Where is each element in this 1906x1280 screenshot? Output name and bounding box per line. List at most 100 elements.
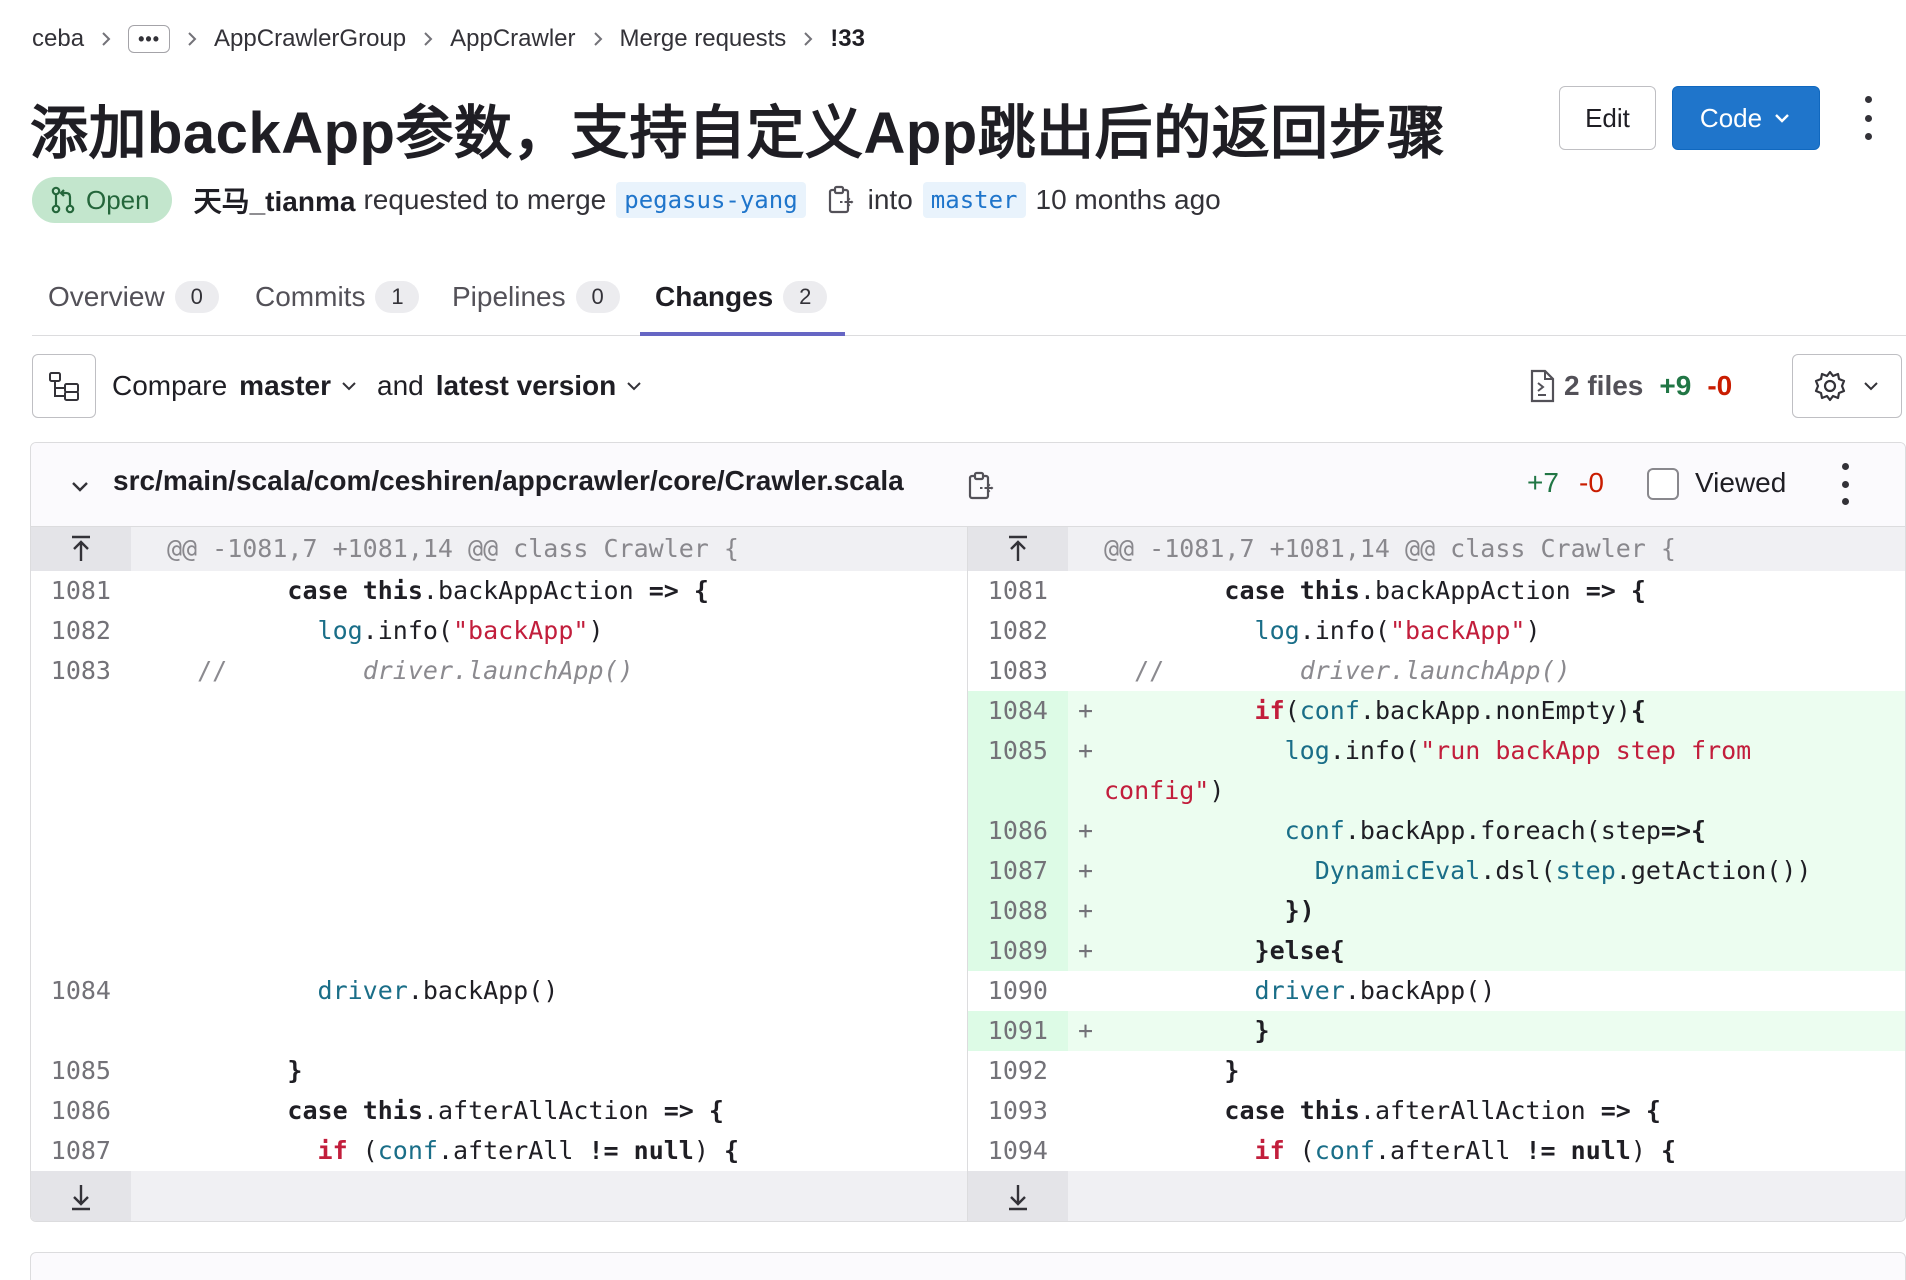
line-number[interactable]: 1081 [31,571,131,611]
line-number[interactable]: 1083 [968,651,1068,691]
chevron-down-icon[interactable] [67,473,93,499]
code-line: }) [1284,896,1315,925]
tab-pipelines[interactable]: Pipelines 0 [452,258,620,336]
hunk-header: @@ -1081,7 +1081,14 @@ class Crawler { [968,527,1905,571]
expand-down-icon[interactable] [31,1171,131,1221]
diff-old-side: @@ -1081,7 +1081,14 @@ class Crawler { 1… [31,527,967,1221]
diff-file-card: src/main/scala/com/ceshiren/appcrawler/c… [30,442,1906,1222]
added-marker: + [1078,736,1094,765]
chevron-right-icon [186,31,198,47]
and-label: and [377,370,424,401]
head-version-label: latest version [435,370,617,401]
hunk-header: @@ -1081,7 +1081,14 @@ class Crawler { [31,527,967,571]
line-number[interactable]: 1089 [968,931,1068,971]
base-version-dropdown[interactable]: master [239,370,359,402]
viewed-checkbox[interactable] [1647,468,1679,500]
diff-line-added: 1091 + } [968,1011,1905,1051]
compare-label: Compare [112,370,228,401]
diff-line: 1084 driver.backApp() [31,971,967,1011]
diff-line: 1090 driver.backApp() [968,971,1905,1011]
line-number[interactable]: 1085 [968,731,1068,811]
breadcrumb-item-group[interactable]: AppCrawlerGroup [214,25,406,53]
diff-line-added: 1087 + DynamicEval.dsl(step.getAction()) [968,851,1905,891]
clipboard-icon[interactable] [966,469,994,503]
head-version-dropdown[interactable]: latest version [436,370,645,402]
line-number[interactable]: 1090 [968,971,1068,1011]
viewed-label[interactable]: Viewed [1695,467,1786,499]
line-number[interactable]: 1087 [31,1131,131,1171]
diff-line: 1081 case this.backAppAction => { [968,571,1905,611]
line-number[interactable]: 1092 [968,1051,1068,1091]
edit-button[interactable]: Edit [1559,86,1656,150]
line-number[interactable]: 1081 [968,571,1068,611]
tab-changes[interactable]: Changes 2 [655,258,828,336]
diff-file-icon [1530,369,1555,403]
breadcrumb-more-button[interactable]: ••• [128,25,171,53]
line-number[interactable]: 1086 [968,811,1068,851]
breadcrumb-item-mr[interactable]: !33 [830,25,865,53]
author-link[interactable]: 天马_tianma [194,180,356,220]
file-deletions: -0 [1579,467,1604,498]
code-line: } [1224,1056,1240,1085]
diff-settings-button[interactable] [1792,354,1902,418]
expand-up-icon[interactable] [968,527,1068,571]
added-marker: + [1078,696,1094,725]
diff-line: 1092 } [968,1051,1905,1091]
time-ago: 10 months ago [1035,184,1221,215]
expand-row [31,1171,967,1221]
line-number[interactable]: 1082 [31,611,131,651]
tab-overview[interactable]: Overview 0 [48,258,219,336]
code-line: if(conf.backApp.nonEmpty){ [1254,696,1646,725]
code-line: DynamicEval.dsl(step.getAction()) [1314,856,1812,885]
code-line: } [287,1056,303,1085]
diff-line: 1083 // driver.launchApp() [968,651,1905,691]
status-label: Open [86,184,150,215]
added-marker: + [1078,816,1094,845]
expand-down-icon[interactable] [968,1171,1068,1221]
code-button-label: Code [1699,102,1763,133]
source-branch-link[interactable]: pegasus-yang [616,182,806,218]
code-line: driver.backApp() [317,976,559,1005]
clipboard-icon[interactable] [826,184,854,216]
line-number[interactable]: 1091 [968,1011,1068,1051]
code-button[interactable]: Code [1672,86,1820,150]
chevron-down-icon [627,382,641,391]
chevron-right-icon [422,31,434,47]
diff-new-side: @@ -1081,7 +1081,14 @@ class Crawler { 1… [967,527,1905,1221]
file-options-icon[interactable] [1837,463,1853,505]
file-path[interactable]: src/main/scala/com/ceshiren/appcrawler/c… [113,465,904,497]
diff-line-added: 1088 + }) [968,891,1905,931]
line-number[interactable]: 1082 [968,611,1068,651]
line-number[interactable]: 1088 [968,891,1068,931]
code-line: }else{ [1254,936,1345,965]
line-number[interactable]: 1084 [968,691,1068,731]
line-number[interactable]: 1086 [31,1091,131,1131]
expand-up-icon[interactable] [31,527,131,571]
diff-line: 1087 if (conf.afterAll != null) { [31,1131,967,1171]
breadcrumb-item-project[interactable]: AppCrawler [450,25,575,53]
diff-line: 1083 // driver.launchApp() [31,651,967,691]
diff-line-added: 1085 + log.info("run backApp step from c… [968,731,1905,811]
line-number[interactable]: 1083 [31,651,131,691]
code-line: // driver.launchApp() [197,656,634,685]
code-line: case this.backAppAction => { [1224,576,1646,605]
tab-label: Changes [655,281,774,312]
breadcrumb-item-merge-requests[interactable]: Merge requests [620,25,787,53]
code-line: log.info("run backApp step from [1284,736,1752,765]
file-tree-toggle-button[interactable] [32,354,96,418]
into-text: into [867,184,913,215]
breadcrumb-item-ceba[interactable]: ceba [32,25,84,53]
target-branch-link[interactable]: master [922,182,1026,218]
diff-line: 1082 log.info("backApp") [968,611,1905,651]
more-actions-icon[interactable] [1858,96,1878,140]
diff-line: 1086 case this.afterAllAction => { [31,1091,967,1131]
line-number[interactable]: 1085 [31,1051,131,1091]
diff-line: 1093 case this.afterAllAction => { [968,1091,1905,1131]
line-number[interactable]: 1087 [968,851,1068,891]
line-number[interactable]: 1084 [31,971,131,1011]
chevron-down-icon [1864,382,1878,391]
line-number[interactable]: 1093 [968,1091,1068,1131]
mr-tabs: Overview 0 Commits 1 Pipelines 0 Changes… [32,258,1906,336]
tab-commits[interactable]: Commits 1 [255,258,420,336]
line-number[interactable]: 1094 [968,1131,1068,1171]
